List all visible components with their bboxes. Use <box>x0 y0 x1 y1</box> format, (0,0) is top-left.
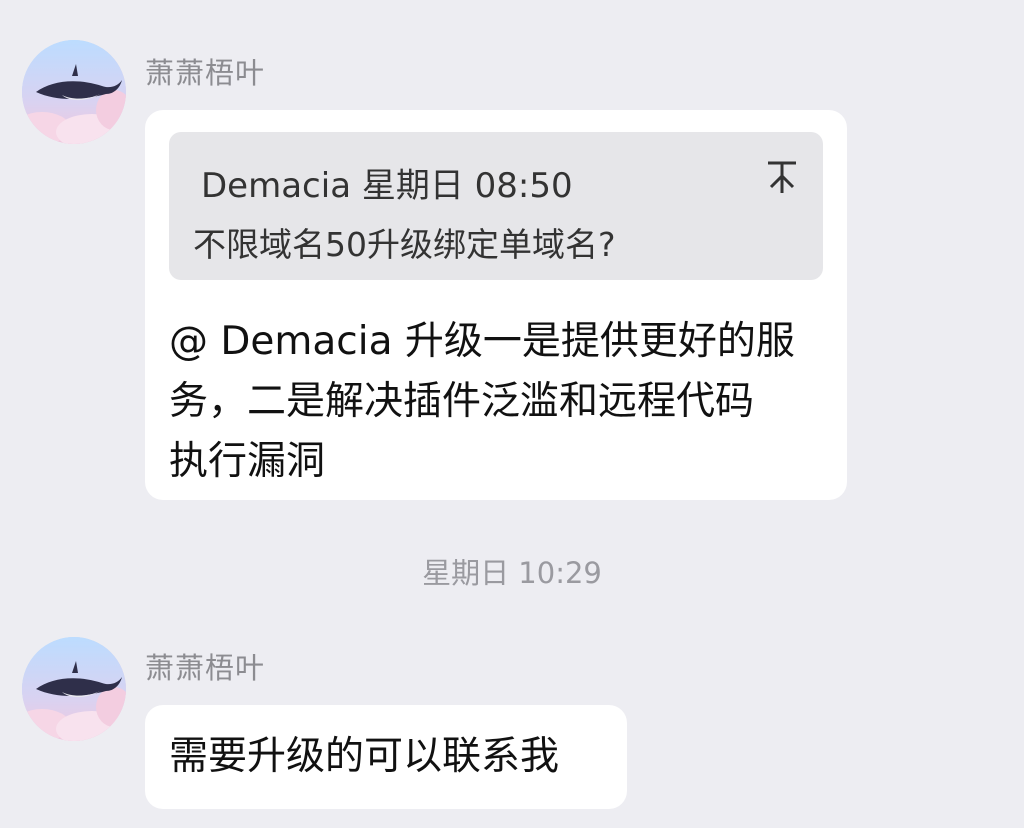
avatar[interactable] <box>22 40 126 144</box>
message-line: @ Demacia 升级一是提供更好的服 <box>169 319 795 364</box>
whale-avatar-icon <box>22 637 126 741</box>
avatar[interactable] <box>22 637 126 741</box>
message-line: 务，二是解决插件泛滥和远程代码 <box>169 379 755 424</box>
message-line: 需要升级的可以联系我 <box>169 734 560 779</box>
quote-author-time: Demacia 星期日 08:50 <box>201 166 573 206</box>
pin-icon[interactable] <box>765 160 799 196</box>
quoted-message[interactable]: Demacia 星期日 08:50 不限域名50升级绑定单域名? <box>169 132 823 280</box>
message-bubble[interactable]: Demacia 星期日 08:50 不限域名50升级绑定单域名? @ Demac… <box>145 110 847 500</box>
chat-timestamp: 星期日 10:29 <box>422 556 602 590</box>
sender-name: 萧萧梧叶 <box>145 651 266 685</box>
message-line: 执行漏洞 <box>169 439 326 484</box>
sender-name: 萧萧梧叶 <box>145 56 266 90</box>
quote-text: 不限域名50升级绑定单域名? <box>193 225 616 264</box>
whale-avatar-icon <box>22 40 126 144</box>
message-bubble[interactable]: 需要升级的可以联系我 <box>145 705 627 809</box>
